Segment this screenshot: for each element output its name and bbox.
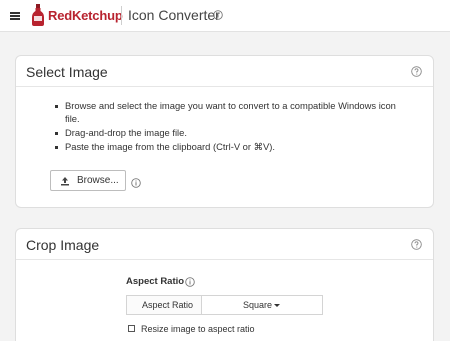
hamburger-menu-icon[interactable] <box>10 12 20 20</box>
list-item: Browse and select the image you want to … <box>55 100 405 125</box>
brand-name[interactable]: RedKetchup <box>48 8 123 23</box>
select-image-card: Select Image Browse and select the image… <box>15 55 434 208</box>
browse-button[interactable]: Browse... <box>50 170 126 191</box>
page-title: Icon Converter <box>128 7 220 23</box>
aspect-ratio-field-text: Aspect Ratio <box>142 300 194 310</box>
caret-down-icon <box>274 304 280 307</box>
aspect-ratio-field-label: Aspect Ratio <box>127 296 202 314</box>
list-item: Paste the image from the clipboard (Ctrl… <box>55 141 405 154</box>
question-circle-icon[interactable] <box>411 239 422 250</box>
resize-label[interactable]: Resize image to aspect ratio <box>141 324 255 334</box>
crop-image-card: Crop Image Aspect Ratio Aspect Ratio Squ… <box>15 228 434 341</box>
select-image-title: Select Image <box>26 64 108 80</box>
ketchup-bottle-logo <box>32 4 44 26</box>
upload-icon <box>61 177 69 186</box>
select-image-header: Select Image <box>16 56 433 87</box>
top-bar: RedKetchup Icon Converter <box>0 0 450 32</box>
info-circle-icon[interactable] <box>185 277 195 287</box>
aspect-ratio-dropdown[interactable]: Square <box>203 296 322 314</box>
crop-image-header: Crop Image <box>16 229 433 260</box>
aspect-ratio-control: Aspect Ratio Square <box>126 295 323 315</box>
list-item: Drag-and-drop the image file. <box>55 127 405 140</box>
resize-checkbox[interactable] <box>128 325 135 332</box>
aspect-ratio-value: Square <box>243 300 273 310</box>
instructions-list: Browse and select the image you want to … <box>55 100 405 155</box>
aspect-ratio-label: Aspect Ratio <box>126 276 185 287</box>
crop-image-title: Crop Image <box>26 237 100 253</box>
brand-divider <box>121 6 122 25</box>
browse-button-label: Browse... <box>77 175 119 186</box>
info-circle-icon[interactable] <box>131 178 141 188</box>
question-circle-icon[interactable] <box>411 66 422 77</box>
info-circle-icon[interactable] <box>213 10 223 20</box>
